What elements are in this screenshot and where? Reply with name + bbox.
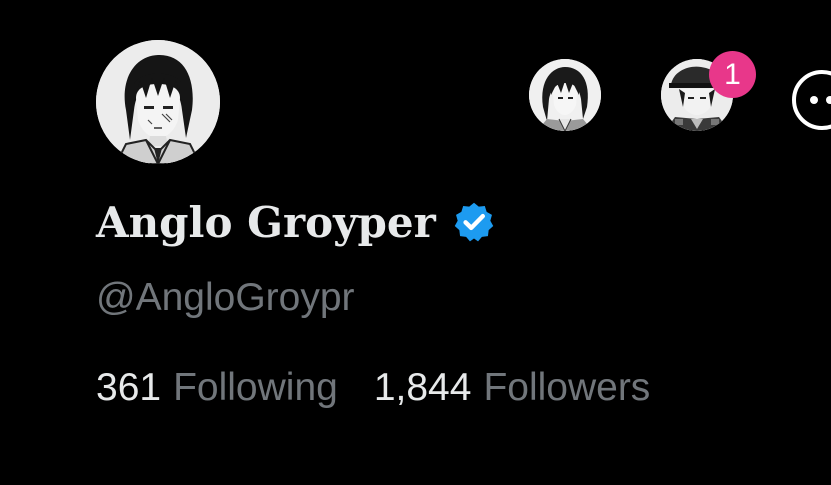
following-count: 361 — [96, 366, 162, 409]
display-name: Anglo Groyper — [96, 197, 436, 247]
followers-label: Followers — [483, 366, 651, 409]
follow-stats: 361 Following 1,844 Followers — [96, 366, 650, 410]
profile-handle: @AngloGroypr — [96, 276, 355, 319]
avatar-portrait-image — [96, 40, 220, 164]
followers-count: 1,844 — [373, 366, 472, 409]
more-dot-icon — [826, 96, 831, 104]
notification-count-badge: 1 — [709, 51, 756, 98]
followers-link[interactable]: 1,844 Followers — [374, 366, 650, 410]
account-switcher-avatar-1[interactable] — [529, 59, 601, 131]
following-link[interactable]: 361 Following — [96, 366, 338, 410]
more-options-button[interactable] — [792, 70, 831, 130]
profile-avatar[interactable] — [96, 40, 220, 164]
display-name-row: Anglo Groyper — [96, 190, 496, 254]
account-avatar-image — [529, 59, 601, 131]
verified-badge-icon[interactable] — [452, 200, 496, 244]
following-label: Following — [173, 366, 338, 409]
more-dot-icon — [810, 96, 818, 104]
profile-header: 1 Anglo Groyper @AngloGroypr 361 Followi… — [0, 0, 831, 485]
